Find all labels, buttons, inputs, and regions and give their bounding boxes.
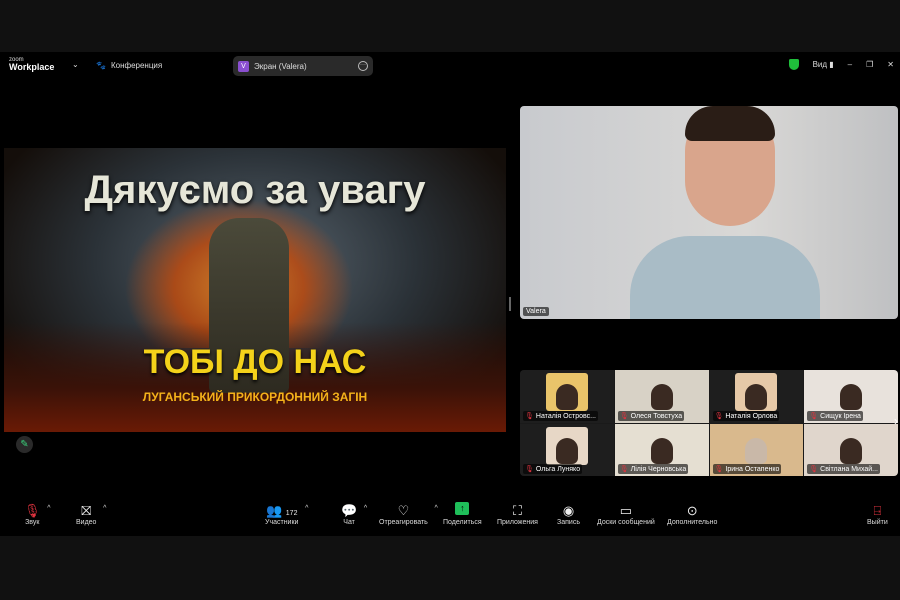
title-bar: zoom Workplace ⌄ 🐾 Конференция V Экран (Va…	[0, 52, 900, 80]
slide-subtitle: ЛУГАНСЬКИЙ ПРИКОРДОННИЙ ЗАГІН	[142, 390, 368, 404]
caret-up-icon[interactable]: ^	[47, 505, 50, 512]
close-button[interactable]: ✕	[887, 60, 894, 69]
share-button[interactable]: ↑ Поделиться	[443, 502, 482, 526]
caret-up-icon[interactable]: ^	[435, 505, 438, 512]
chat-icon: 💬	[341, 503, 358, 518]
participants-icon: 👥 172	[265, 503, 298, 518]
speaker-person	[630, 106, 820, 319]
more-icon: ⊙	[686, 503, 698, 518]
mic-muted-icon: 🎙	[809, 412, 819, 420]
mic-muted-icon: 🎙	[619, 466, 629, 473]
minimize-button[interactable]: –	[848, 60, 852, 69]
view-button[interactable]: Вид ▮	[813, 60, 834, 69]
speaker-name: Valera	[523, 307, 549, 316]
apps-button[interactable]: ⛶ Приложения	[497, 502, 538, 526]
mic-muted-icon: 🎙	[619, 412, 629, 420]
whiteboard-icon: ▭	[619, 503, 633, 518]
slide-headline: ТОБІ ДО НАС	[143, 343, 367, 381]
share-arrow-icon: ↑	[455, 502, 470, 515]
react-button[interactable]: ♡ Отреагировать ^	[379, 502, 438, 526]
mic-muted-icon: 🎙	[525, 412, 534, 420]
paw-icon: 🐾	[96, 61, 106, 70]
exit-door-icon: ⍈	[873, 503, 882, 518]
caret-up-icon[interactable]: ^	[103, 505, 106, 512]
meeting-info-button[interactable]: 🐾 Конференция	[96, 61, 162, 70]
video-off-icon: ⛝	[81, 503, 92, 518]
shared-screen-slide: Дякуємо за увагу ТОБІ ДО НАС ЛУГАНСЬКИЙ …	[4, 148, 506, 432]
apps-icon: ⛶	[512, 503, 523, 518]
heart-icon: ♡	[397, 503, 410, 518]
caret-up-icon[interactable]: ^	[305, 505, 308, 512]
screen-share-indicator[interactable]: V Экран (Valera) ···	[233, 56, 373, 76]
participants-button[interactable]: 👥 172 Участники ^	[265, 502, 308, 526]
participant-tile[interactable]: 🎙 Наталія Островс...	[520, 370, 614, 423]
whiteboards-button[interactable]: ▭ Доски сообщений	[597, 502, 655, 526]
participant-tile[interactable]: 🎙 Ольга Луняко	[520, 423, 614, 476]
restore-button[interactable]: ❐	[866, 60, 873, 69]
audio-button[interactable]: 🎙 Звук ^	[24, 502, 51, 526]
record-button[interactable]: ◉ Запись	[557, 502, 580, 526]
participant-tile[interactable]: 🎙 Сищук Ірена	[804, 370, 898, 423]
annotate-pen-icon[interactable]: ✎	[16, 436, 33, 453]
participant-tile[interactable]: 🎙 Лілія Черновська	[614, 423, 709, 476]
gallery-next-page-icon[interactable]: ›	[894, 414, 898, 428]
mic-muted-icon: 🎙	[525, 466, 534, 473]
zoom-logo: zoom Workplace	[9, 57, 55, 72]
slide-title: Дякуємо за увагу	[84, 168, 426, 212]
video-button[interactable]: ⛝ Видео ^	[76, 502, 106, 526]
more-options-icon[interactable]: ···	[358, 61, 368, 71]
more-button[interactable]: ⊙ Дополнительно	[667, 502, 717, 526]
mic-muted-icon: 🎙	[714, 412, 724, 420]
record-icon: ◉	[562, 503, 575, 518]
participant-gallery: 🎙 Наталія Островс... 🎙 Олеся Товстуха 🎙 Нат…	[520, 370, 898, 476]
participant-tile[interactable]: 🎙 Олеся Товстуха	[614, 370, 709, 423]
leave-button[interactable]: ⍈ Выйти	[867, 502, 888, 526]
meeting-toolbar: 🎙 Звук ^ ⛝ Видео ^ 👥 172 Участники ^ 💬 Чат ^ ♡ От…	[0, 498, 900, 536]
chat-button[interactable]: 💬 Чат ^	[341, 502, 367, 526]
mic-muted-icon: 🎙	[714, 466, 724, 473]
resize-handle[interactable]	[509, 297, 511, 311]
zoom-window: zoom Workplace ⌄ 🐾 Конференция V Экран (Va…	[0, 52, 900, 536]
sharer-avatar: V	[238, 60, 249, 72]
participant-tile[interactable]: 🎙 Ірина Остапенко	[709, 423, 804, 476]
speaker-video[interactable]: Valera	[520, 106, 898, 319]
caret-up-icon[interactable]: ^	[364, 505, 367, 512]
participant-tile[interactable]: 🎙 Наталія Орлова	[709, 370, 804, 423]
encryption-shield-icon[interactable]	[788, 59, 799, 70]
participant-tile[interactable]: 🎙 Світлана Михай...	[804, 423, 898, 476]
chevron-down-icon[interactable]: ⌄	[72, 60, 79, 69]
mic-muted-icon: 🎙	[24, 503, 41, 518]
mic-muted-icon: 🎙	[809, 466, 819, 473]
